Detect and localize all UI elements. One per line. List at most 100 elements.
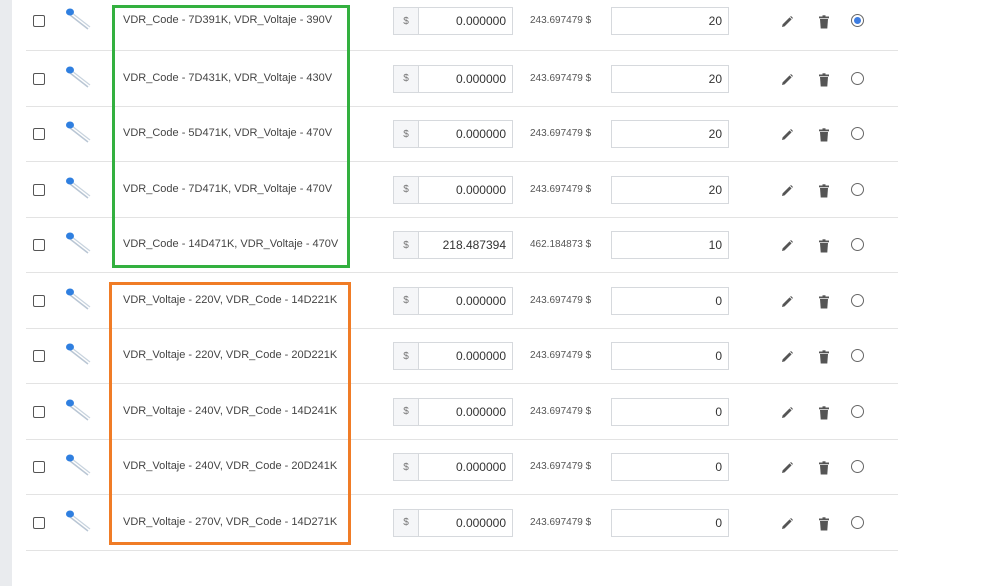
currency-symbol: $ [393, 120, 419, 149]
edit-icon[interactable] [780, 517, 794, 531]
currency-symbol: $ [393, 231, 419, 260]
edit-icon[interactable] [780, 350, 794, 364]
default-combination-radio[interactable] [851, 404, 864, 418]
edit-icon[interactable] [780, 295, 794, 309]
final-price: 243.697479 $ [530, 405, 592, 417]
row-checkbox[interactable] [33, 350, 45, 363]
default-combination-radio[interactable] [851, 515, 864, 529]
quantity-input[interactable]: 20 [611, 120, 729, 149]
price-impact-input[interactable]: 218.487394 [419, 231, 513, 260]
currency-symbol: $ [393, 286, 419, 315]
price-impact-field: $ 0.000000 [393, 120, 513, 149]
quantity-input[interactable]: 0 [611, 342, 729, 371]
edit-icon[interactable] [780, 73, 794, 87]
edit-icon[interactable] [780, 184, 794, 198]
edit-icon[interactable] [780, 461, 794, 475]
price-impact-field: $ 218.487394 [393, 231, 513, 260]
price-impact-input[interactable]: 0.000000 [419, 397, 513, 426]
price-impact-field: $ 0.000000 [393, 508, 513, 537]
price-impact-input[interactable]: 0.000000 [419, 508, 513, 537]
varistor-thumbnail [62, 118, 92, 148]
currency-symbol: $ [393, 175, 419, 204]
edit-icon[interactable] [780, 15, 794, 29]
default-combination-radio[interactable] [851, 460, 864, 474]
row-checkbox[interactable] [33, 516, 45, 529]
price-impact-field: $ 0.000000 [393, 7, 513, 35]
row-checkbox[interactable] [33, 239, 45, 252]
highlight-box-group-2 [109, 282, 351, 545]
edit-icon[interactable] [780, 239, 794, 253]
varistor-thumbnail [62, 396, 92, 426]
edit-icon[interactable] [780, 128, 794, 142]
final-price: 243.697479 $ [530, 72, 592, 84]
varistor-thumbnail [62, 340, 92, 370]
quantity-input[interactable]: 0 [611, 453, 729, 482]
quantity-input[interactable]: 0 [611, 286, 729, 315]
currency-symbol: $ [393, 7, 419, 35]
quantity-input[interactable]: 20 [611, 175, 729, 204]
delete-icon[interactable] [818, 517, 830, 531]
default-combination-radio[interactable] [851, 293, 864, 307]
price-impact-input[interactable]: 0.000000 [419, 120, 513, 149]
delete-icon[interactable] [818, 295, 830, 309]
price-impact-input[interactable]: 0.000000 [419, 7, 513, 35]
currency-symbol: $ [393, 508, 419, 537]
default-combination-radio[interactable] [851, 71, 864, 85]
currency-symbol: $ [393, 64, 419, 93]
price-impact-input[interactable]: 0.000000 [419, 453, 513, 482]
price-impact-field: $ 0.000000 [393, 64, 513, 93]
final-price: 243.697479 $ [530, 15, 592, 26]
left-panel-edge [0, 0, 12, 586]
price-impact-field: $ 0.000000 [393, 286, 513, 315]
edit-icon[interactable] [780, 406, 794, 420]
quantity-input[interactable]: 20 [611, 64, 729, 93]
varistor-thumbnail [62, 63, 92, 93]
delete-icon[interactable] [818, 350, 830, 364]
price-impact-input[interactable]: 0.000000 [419, 175, 513, 204]
currency-symbol: $ [393, 342, 419, 371]
row-checkbox[interactable] [33, 294, 45, 307]
row-checkbox[interactable] [33, 15, 45, 27]
delete-icon[interactable] [818, 184, 830, 198]
price-impact-field: $ 0.000000 [393, 453, 513, 482]
delete-icon[interactable] [818, 461, 830, 475]
row-checkbox[interactable] [33, 461, 45, 474]
price-impact-input[interactable]: 0.000000 [419, 342, 513, 371]
default-combination-radio[interactable] [851, 14, 864, 27]
final-price: 243.697479 $ [530, 350, 592, 362]
default-combination-radio[interactable] [851, 127, 864, 141]
price-impact-field: $ 0.000000 [393, 397, 513, 426]
default-combination-radio[interactable] [851, 182, 864, 196]
varistor-thumbnail [62, 451, 92, 481]
final-price: 243.697479 $ [530, 461, 592, 473]
row-checkbox[interactable] [33, 183, 45, 196]
varistor-thumbnail [62, 229, 92, 259]
quantity-input[interactable]: 10 [611, 231, 729, 260]
final-price: 462.184873 $ [530, 239, 592, 251]
delete-icon[interactable] [818, 406, 830, 420]
row-checkbox[interactable] [33, 128, 45, 141]
quantity-input[interactable]: 20 [611, 7, 729, 35]
default-combination-radio[interactable] [851, 349, 864, 363]
price-impact-field: $ 0.000000 [393, 175, 513, 204]
varistor-thumbnail [62, 5, 92, 35]
varistor-thumbnail [62, 285, 92, 315]
varistor-thumbnail [62, 174, 92, 204]
row-checkbox[interactable] [33, 405, 45, 418]
row-checkbox[interactable] [33, 72, 45, 85]
delete-icon[interactable] [818, 128, 830, 142]
price-impact-input[interactable]: 0.000000 [419, 64, 513, 93]
price-impact-field: $ 0.000000 [393, 342, 513, 371]
price-impact-input[interactable]: 0.000000 [419, 286, 513, 315]
currency-symbol: $ [393, 453, 419, 482]
default-combination-radio[interactable] [851, 238, 864, 252]
final-price: 243.697479 $ [530, 516, 592, 528]
quantity-input[interactable]: 0 [611, 397, 729, 426]
highlight-box-group-1 [112, 5, 350, 268]
delete-icon[interactable] [818, 15, 830, 29]
final-price: 243.697479 $ [530, 128, 592, 140]
delete-icon[interactable] [818, 73, 830, 87]
final-price: 243.697479 $ [530, 183, 592, 195]
quantity-input[interactable]: 0 [611, 508, 729, 537]
delete-icon[interactable] [818, 239, 830, 253]
